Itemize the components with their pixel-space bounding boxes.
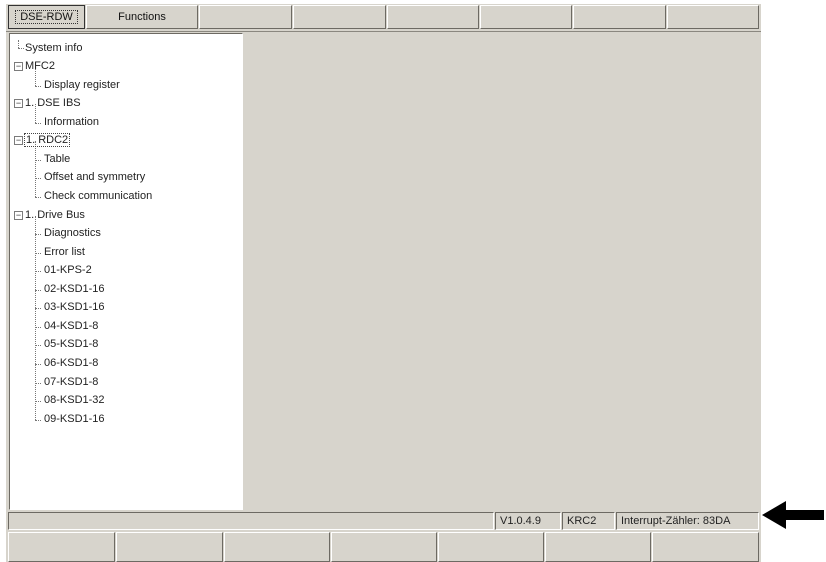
tree-item-drive-01[interactable]: 01-KPS-2	[44, 263, 92, 278]
softkey-2[interactable]	[116, 532, 223, 562]
collapse-toggle-rdc2[interactable]: −	[14, 136, 23, 145]
softkey-5[interactable]	[438, 532, 544, 562]
application-window: DSE-RDW Functions − − − − System info MF…	[6, 4, 761, 562]
menu-button-3[interactable]	[199, 5, 292, 29]
softkey-bar	[6, 532, 761, 562]
tree-item-diagnostics[interactable]: Diagnostics	[44, 226, 101, 241]
tree-line	[35, 327, 41, 328]
tree-item-drive-04[interactable]: 04-KSD1-8	[44, 319, 98, 334]
top-menu-bar: DSE-RDW Functions	[6, 4, 761, 32]
tree-item-drive-bus[interactable]: 1. Drive Bus	[25, 208, 85, 223]
softkey-1[interactable]	[8, 532, 115, 562]
collapse-toggle-dse-ibs[interactable]: −	[14, 99, 23, 108]
menu-button-5[interactable]	[387, 5, 479, 29]
tree-line	[35, 123, 41, 124]
tree-line	[35, 383, 41, 384]
tree-item-drive-07[interactable]: 07-KSD1-8	[44, 375, 98, 390]
menu-button-label: Functions	[118, 11, 166, 23]
tree-item-check-communication[interactable]: Check communication	[44, 189, 152, 204]
softkey-4[interactable]	[331, 532, 437, 562]
menu-button-4[interactable]	[293, 5, 386, 29]
tree-line	[35, 86, 41, 87]
menu-button-7[interactable]	[573, 5, 666, 29]
status-controller: KRC2	[562, 512, 615, 530]
tree-line	[35, 178, 41, 179]
tree-item-drive-09[interactable]: 09-KSD1-16	[44, 412, 105, 427]
tree-line	[35, 271, 41, 272]
tree-item-drive-03[interactable]: 03-KSD1-16	[44, 300, 105, 315]
content-area	[245, 33, 761, 510]
tree-item-table[interactable]: Table	[44, 152, 70, 167]
tree-item-error-list[interactable]: Error list	[44, 245, 85, 260]
tree-line	[35, 253, 41, 254]
tree-line	[35, 290, 41, 291]
tree-item-information[interactable]: Information	[44, 115, 99, 130]
menu-button-functions[interactable]: Functions	[86, 5, 198, 29]
tree-line	[18, 48, 24, 49]
tree-item-drive-06[interactable]: 06-KSD1-8	[44, 356, 98, 371]
tree-item-mfc2[interactable]: MFC2	[25, 59, 55, 74]
collapse-toggle-mfc2[interactable]: −	[14, 62, 23, 71]
status-interrupt-counter: Interrupt-Zähler: 83DA	[616, 512, 759, 530]
tree-item-rdc2[interactable]: 1. RDC2	[24, 133, 71, 148]
status-version: V1.0.4.9	[495, 512, 561, 530]
softkey-6[interactable]	[545, 532, 651, 562]
tree-line	[35, 308, 41, 309]
status-message	[8, 512, 494, 530]
tree-item-system-info[interactable]: System info	[25, 41, 82, 56]
tree-line	[35, 141, 36, 197]
tree-line	[35, 197, 41, 198]
menu-button-8[interactable]	[667, 5, 759, 29]
tree-item-drive-08[interactable]: 08-KSD1-32	[44, 393, 105, 408]
tree-line	[35, 234, 41, 235]
tree-item-drive-05[interactable]: 05-KSD1-8	[44, 337, 98, 352]
collapse-toggle-drive-bus[interactable]: −	[14, 211, 23, 220]
menu-button-label: DSE-RDW	[15, 10, 78, 24]
left-arrow-icon	[762, 501, 824, 529]
tree-line	[18, 40, 19, 48]
softkey-3[interactable]	[224, 532, 330, 562]
softkey-7[interactable]	[652, 532, 759, 562]
tree-line	[35, 216, 36, 420]
tree-line	[35, 160, 41, 161]
status-bar: V1.0.4.9 KRC2 Interrupt-Zähler: 83DA	[6, 511, 761, 531]
tree-item-drive-02[interactable]: 02-KSD1-16	[44, 282, 105, 297]
navigation-tree: − − − − System info MFC2 Display registe…	[9, 33, 243, 510]
tree-item-display-register[interactable]: Display register	[44, 78, 120, 93]
menu-button-dse-rdw[interactable]: DSE-RDW	[8, 5, 85, 29]
menu-button-6[interactable]	[480, 5, 572, 29]
tree-line	[35, 420, 41, 421]
tree-line	[35, 364, 41, 365]
tree-item-dse-ibs[interactable]: 1. DSE IBS	[25, 96, 81, 111]
tree-line	[35, 401, 41, 402]
tree-item-offset-and-symmetry[interactable]: Offset and symmetry	[44, 170, 145, 185]
tree-line	[35, 345, 41, 346]
